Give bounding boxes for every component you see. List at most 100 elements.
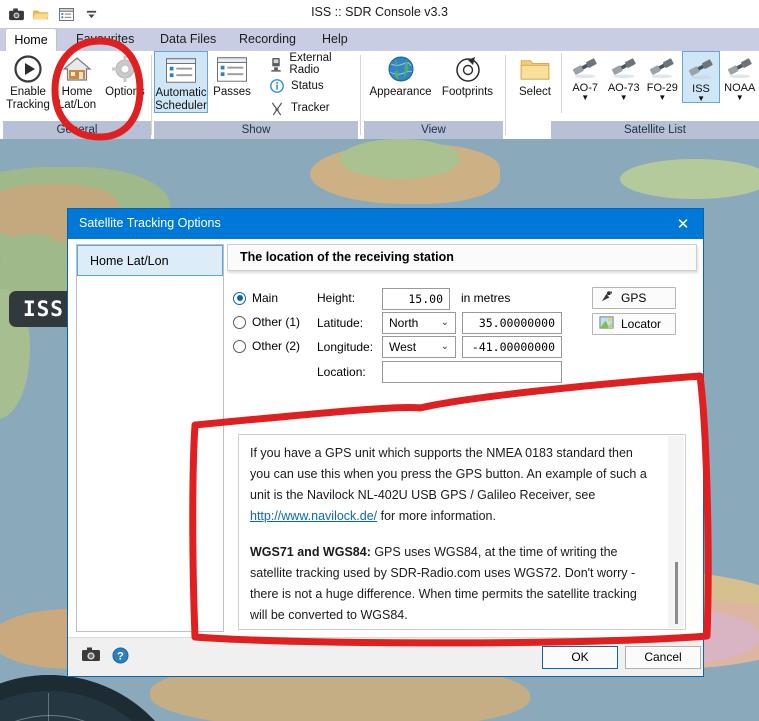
- latitude-hemisphere-select[interactable]: North ⌄: [382, 312, 456, 334]
- appearance-button[interactable]: Appearance: [367, 51, 435, 99]
- info-scrollbar-thumb[interactable]: [675, 562, 678, 624]
- station-radio-other-1[interactable]: Other (1): [233, 315, 300, 329]
- list-window-icon: [166, 55, 196, 85]
- tab-data-files[interactable]: Data Files: [146, 28, 230, 51]
- status-label: Status: [291, 80, 324, 92]
- info-text-panel[interactable]: If you have a GPS unit which supports th…: [238, 434, 686, 630]
- enable-tracking-label: Enable Tracking: [6, 86, 50, 111]
- longitude-hemisphere-select[interactable]: West ⌄: [382, 336, 456, 358]
- satellite-icon: [685, 55, 717, 83]
- height-units-label: in metres: [461, 291, 510, 305]
- pane-header-label: The location of the receiving station: [240, 250, 454, 264]
- station-radio-main[interactable]: Main: [233, 291, 278, 305]
- chevron-down-icon[interactable]: ⌄: [441, 337, 449, 357]
- locator-button[interactable]: Locator: [592, 313, 676, 335]
- play-circle-icon: [13, 54, 43, 84]
- satellite-icon: [608, 54, 640, 82]
- external-radio-label: External Radio: [289, 52, 358, 76]
- ok-button[interactable]: OK: [542, 646, 618, 669]
- antenna-icon: [268, 99, 286, 117]
- cancel-button[interactable]: Cancel: [625, 646, 701, 669]
- navilock-link[interactable]: http://www.navilock.de/: [250, 509, 377, 523]
- dialog-title: Satellite Tracking Options: [79, 216, 221, 230]
- station-radio-main-label: Main: [252, 291, 278, 305]
- satellite-button-ao-7[interactable]: AO-7 ▼: [566, 51, 605, 101]
- chevron-down-icon[interactable]: ▼: [658, 95, 666, 101]
- latitude-label: Latitude:: [317, 316, 363, 330]
- satellite-button-fo-29[interactable]: FO-29 ▼: [643, 51, 682, 101]
- chevron-down-icon[interactable]: ▼: [581, 95, 589, 101]
- ribbon-separator-2: [360, 55, 361, 135]
- tab-help[interactable]: Help: [308, 28, 362, 51]
- chevron-down-icon[interactable]: ▼: [697, 96, 705, 102]
- info-icon: [268, 77, 286, 95]
- status-item[interactable]: Status: [264, 75, 358, 97]
- satellite-button-iss[interactable]: ISS ▼: [682, 51, 721, 103]
- passes-button[interactable]: Passes: [208, 51, 256, 99]
- close-icon[interactable]: ✕: [663, 209, 703, 239]
- gps-button[interactable]: GPS: [592, 287, 676, 309]
- home-latlon-label: Home Lat/Lon: [58, 86, 96, 111]
- info-scrollbar[interactable]: [668, 436, 684, 628]
- map-locator-icon: [599, 315, 614, 333]
- tracker-item[interactable]: Tracker: [264, 97, 358, 119]
- ribbon-group-general-label: General: [3, 121, 151, 139]
- latitude-input[interactable]: 35.00000000: [462, 312, 562, 334]
- info-text-content: If you have a GPS unit which supports th…: [250, 443, 655, 630]
- camera-icon[interactable]: [82, 647, 100, 666]
- station-radio-other-2[interactable]: Other (2): [233, 339, 300, 353]
- options-button[interactable]: Options: [101, 51, 149, 99]
- page-title: ISS :: SDR Console v3.3: [0, 5, 759, 19]
- tab-recording[interactable]: Recording: [225, 28, 310, 51]
- help-icon[interactable]: ?: [112, 647, 129, 667]
- pane-header: The location of the receiving station: [227, 244, 697, 271]
- ribbon: Enable Tracking Home Lat/Lon Options Gen…: [0, 51, 759, 140]
- orbit-icon: [453, 54, 483, 84]
- passes-label: Passes: [213, 86, 251, 99]
- longitude-input[interactable]: -41.00000000: [462, 336, 562, 358]
- gear-icon: [110, 54, 140, 84]
- globe-icon: [386, 54, 416, 84]
- satellite-button-noaa[interactable]: NOAA ▼: [720, 51, 759, 101]
- height-input[interactable]: 15.00: [382, 288, 450, 310]
- radio-dot-icon: [233, 340, 246, 353]
- footprints-button[interactable]: Footprints: [435, 51, 501, 99]
- satellite-icon: [569, 54, 601, 82]
- info-paragraph-1-b: for more information.: [377, 509, 496, 523]
- station-radio-other-2-label: Other (2): [252, 339, 300, 353]
- location-input[interactable]: [382, 361, 562, 383]
- sidebar-item-home-latlon[interactable]: Home Lat/Lon: [77, 245, 223, 276]
- ribbon-group-view: Appearance Footprints View: [364, 51, 503, 139]
- gps-button-label: GPS: [621, 291, 646, 305]
- dialog-nav-pane: Home Lat/Lon: [76, 244, 224, 632]
- satellite-tracking-options-dialog: Satellite Tracking Options ✕ Home Lat/Lo…: [67, 208, 704, 677]
- folder-icon: [520, 54, 550, 84]
- ribbon-group-show: Automatic Scheduler Passes External Radi…: [154, 51, 358, 139]
- automatic-scheduler-label: Automatic Scheduler: [155, 87, 207, 112]
- satellite-button-ao-73[interactable]: AO-73 ▼: [604, 51, 643, 101]
- longitude-label: Longitude:: [317, 340, 373, 354]
- svg-text:?: ?: [117, 651, 124, 663]
- ribbon-separator-1: [151, 55, 152, 135]
- home-icon: [62, 54, 92, 84]
- home-latlon-button[interactable]: Home Lat/Lon: [53, 51, 101, 111]
- external-radio-item[interactable]: External Radio: [264, 53, 358, 75]
- gps-antenna-icon: [599, 289, 614, 307]
- satellite-icon: [724, 54, 756, 82]
- radio-tower-icon: [268, 55, 284, 73]
- select-satellite-button[interactable]: Select: [511, 51, 559, 99]
- chevron-down-icon[interactable]: ⌄: [441, 313, 449, 333]
- tab-home[interactable]: Home: [5, 28, 57, 51]
- locator-button-label: Locator: [621, 317, 661, 331]
- automatic-scheduler-button[interactable]: Automatic Scheduler: [154, 51, 208, 113]
- satellite-icon: [646, 54, 678, 82]
- tab-favourites[interactable]: Favourites: [62, 28, 148, 51]
- dialog-footer: ? OK Cancel: [68, 637, 703, 676]
- footprints-label: Footprints: [442, 86, 493, 99]
- options-label: Options: [105, 86, 145, 99]
- chevron-down-icon[interactable]: ▼: [620, 95, 628, 101]
- list-window-icon: [217, 54, 247, 84]
- enable-tracking-button[interactable]: Enable Tracking: [3, 51, 53, 111]
- radio-dot-icon: [233, 316, 246, 329]
- chevron-down-icon[interactable]: ▼: [736, 95, 744, 101]
